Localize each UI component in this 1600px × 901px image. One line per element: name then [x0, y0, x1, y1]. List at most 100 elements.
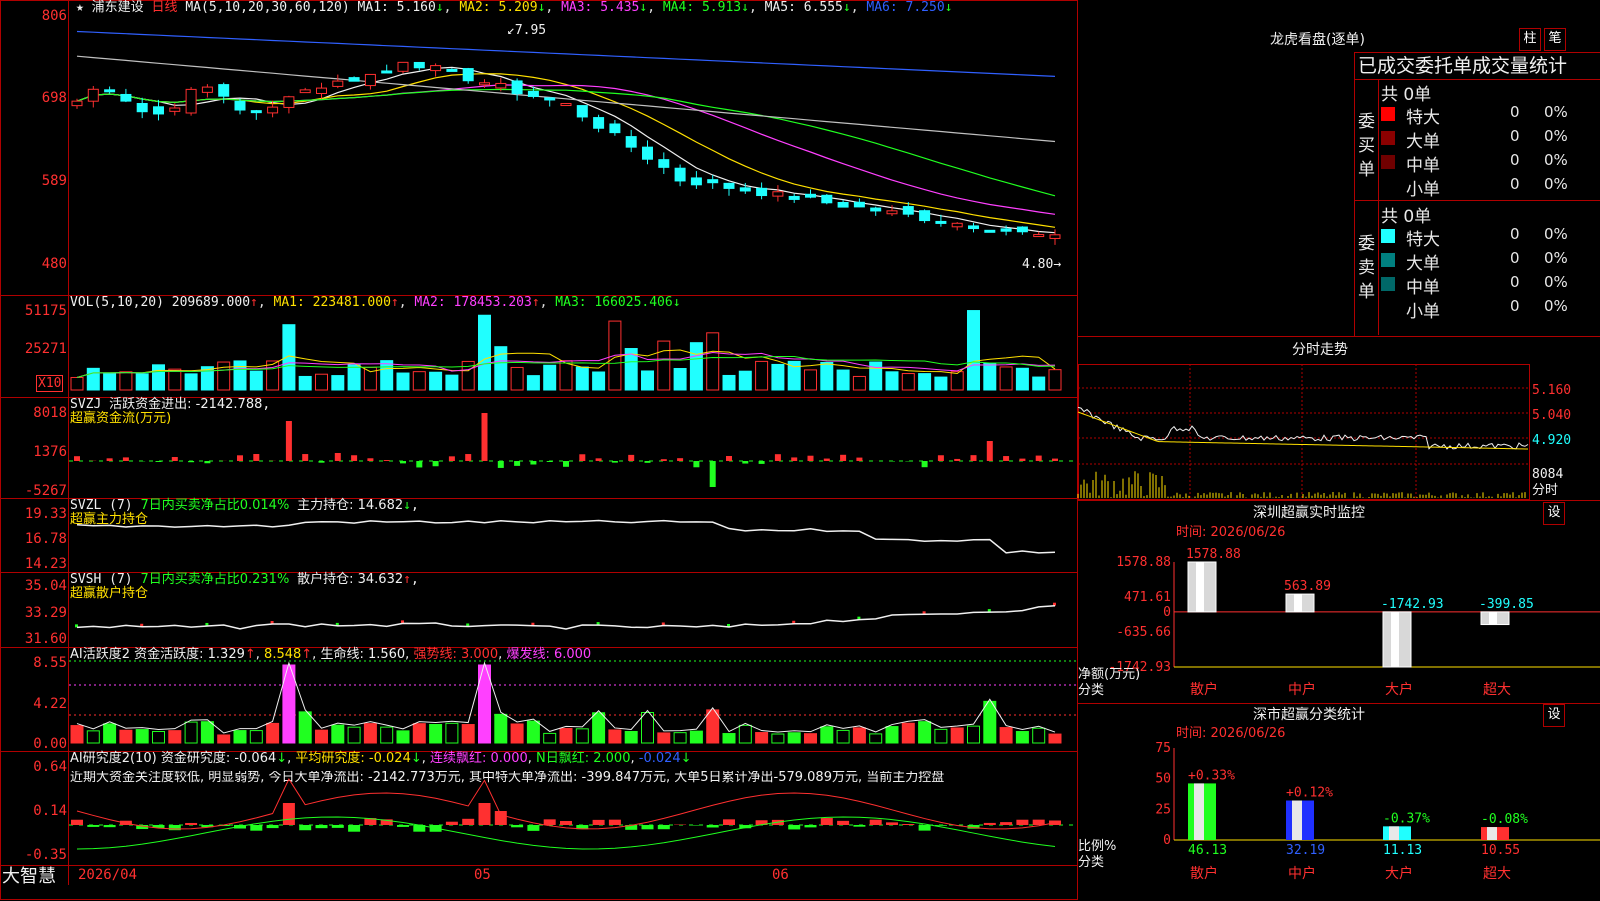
volume-bar	[332, 376, 344, 390]
monitor-axis-label: 471.61	[1124, 590, 1171, 605]
classify-settings-button[interactable]: 设	[1543, 704, 1565, 727]
ai-research-bar	[299, 825, 311, 830]
candle-body	[219, 85, 229, 97]
ai-active-bar	[576, 729, 588, 743]
classify-value: 32.19	[1286, 843, 1325, 858]
brush-view-button[interactable]: 笔	[1544, 28, 1566, 51]
svzl-panel[interactable]: SVZL (7) 7日内买卖净占比0.014% 主力持仓: 14.682↓, 超…	[0, 498, 1078, 573]
candle-body	[463, 69, 473, 81]
ai-research-axis-bot: -0.35	[0, 847, 67, 863]
ai-research-bars	[69, 751, 1078, 865]
svzj-bar	[775, 454, 781, 461]
order-percent: 0%	[1544, 297, 1568, 315]
ai-active-bar	[853, 728, 865, 743]
volume-panel[interactable]: VOL(5,10,20) 209689.000↑, MA1: 223481.00…	[0, 295, 1078, 398]
order-percent: 0%	[1544, 127, 1568, 145]
svzj-bar	[335, 453, 341, 461]
volume-bar	[919, 374, 931, 390]
ai-research-panel[interactable]: AI研究度2(10) 资金研究度: -0.064↓, 平均研究度: -0.024…	[0, 751, 1078, 865]
order-color-swatch	[1381, 277, 1395, 291]
monitor-category: 散户	[1190, 681, 1218, 698]
svzj-axis-mid: 1376	[0, 444, 67, 460]
ai-active-bar	[1000, 728, 1012, 743]
volume-bar	[348, 365, 360, 390]
order-percent: 0%	[1544, 225, 1568, 243]
ai-active-bar	[984, 701, 996, 743]
svzj-bar	[824, 459, 830, 461]
volume-bar	[870, 362, 882, 390]
classify-change: +0.12%	[1286, 786, 1333, 801]
ai-active-bar	[316, 730, 328, 743]
monitor-title: 深圳超赢实时监控	[1253, 506, 1365, 520]
volume-bar	[299, 376, 311, 390]
ai-active-bar	[527, 721, 539, 743]
volume-bar	[723, 375, 735, 390]
svzj-bar	[400, 461, 406, 463]
candle-body	[871, 208, 881, 211]
svzj-bar	[971, 455, 977, 461]
ai-research-bar	[446, 822, 458, 825]
volume-bar	[250, 371, 262, 390]
order-percent: 0%	[1544, 175, 1568, 193]
svzl-axis-mid: 16.78	[0, 531, 67, 547]
classify-value: 10.55	[1481, 843, 1520, 858]
vol-unit-badge: X10	[36, 375, 63, 392]
ai-active-bar	[348, 727, 360, 743]
candle-body	[528, 91, 538, 96]
volume-bar	[1033, 377, 1045, 390]
svsh-panel[interactable]: SVSH (7) 7日内买卖净占比0.231% 散户持仓: 34.632↑, 超…	[0, 572, 1078, 648]
classify-time: 时间: 2026/06/26	[1176, 727, 1285, 741]
column-view-button[interactable]: 柱	[1519, 28, 1541, 51]
ai-research-bar	[837, 821, 849, 825]
volume-bar	[756, 361, 768, 390]
volume-bar	[951, 372, 963, 390]
candle-body	[740, 188, 750, 191]
ai-research-bar	[283, 803, 295, 825]
vol-axis-mid: 25271	[0, 341, 67, 357]
candle-body	[268, 107, 278, 113]
classify-bar-highlight	[1292, 801, 1302, 840]
ai-research-bar	[332, 825, 344, 828]
ai-active-bar	[185, 722, 197, 743]
brand-label: 大智慧	[2, 866, 56, 888]
candle-body	[806, 194, 816, 197]
svzl-axis-top: 19.33	[0, 506, 67, 522]
intraday-avg-line	[1078, 412, 1528, 449]
svzj-bar	[416, 461, 422, 467]
ai-research-bar	[71, 820, 83, 825]
svzj-bar	[498, 461, 504, 468]
svzj-panel[interactable]: SVZJ 活跃资金进出: -2142.788, 超赢资金流(万元) 8018 1…	[0, 397, 1078, 499]
classify-change: +0.33%	[1188, 768, 1235, 783]
monitor-settings-button[interactable]: 设	[1543, 502, 1565, 525]
monitor-axis-label: -635.66	[1116, 625, 1171, 640]
volume-bar	[690, 343, 702, 390]
ai-active-panel[interactable]: AI活跃度2 资金活跃度: 1.329↑, 8.548↑, 生命线: 1.560…	[0, 647, 1078, 752]
monitor-ylabel: 净额(万元)	[1078, 668, 1140, 682]
svzl-axis-bot: 14.23	[0, 556, 67, 572]
classify-category: 散户	[1190, 865, 1218, 882]
volume-bar	[968, 311, 980, 390]
monitor-category: 超大	[1483, 682, 1511, 698]
candle-body	[72, 101, 82, 105]
candle-body	[691, 178, 701, 185]
date-jun: 06	[772, 868, 789, 882]
order-type-label: 大单	[1406, 127, 1440, 152]
candle-body	[952, 223, 962, 226]
volume-bar	[1000, 367, 1012, 390]
svzj-bar	[742, 461, 748, 464]
ai-active-bar	[397, 731, 409, 743]
candle-body	[333, 81, 343, 86]
volume-bar	[674, 369, 686, 390]
price-panel[interactable]: ★ 浦东建设 日线 MA(5,10,20,30,60,120) MA1: 5.1…	[0, 0, 1078, 296]
volume-bar	[560, 361, 572, 390]
svzj-bar	[954, 459, 960, 461]
svzj-axis-top: 8018	[0, 405, 67, 421]
volume-bar	[935, 377, 947, 390]
ai-research-bar	[1033, 820, 1045, 825]
price-axis-806: 806	[0, 8, 67, 24]
volume-bar	[283, 325, 295, 390]
ai-active-bar	[413, 724, 425, 743]
ai-research-axis-top: 0.64	[0, 759, 67, 775]
candle-body	[936, 221, 946, 223]
candle-body	[854, 202, 864, 207]
